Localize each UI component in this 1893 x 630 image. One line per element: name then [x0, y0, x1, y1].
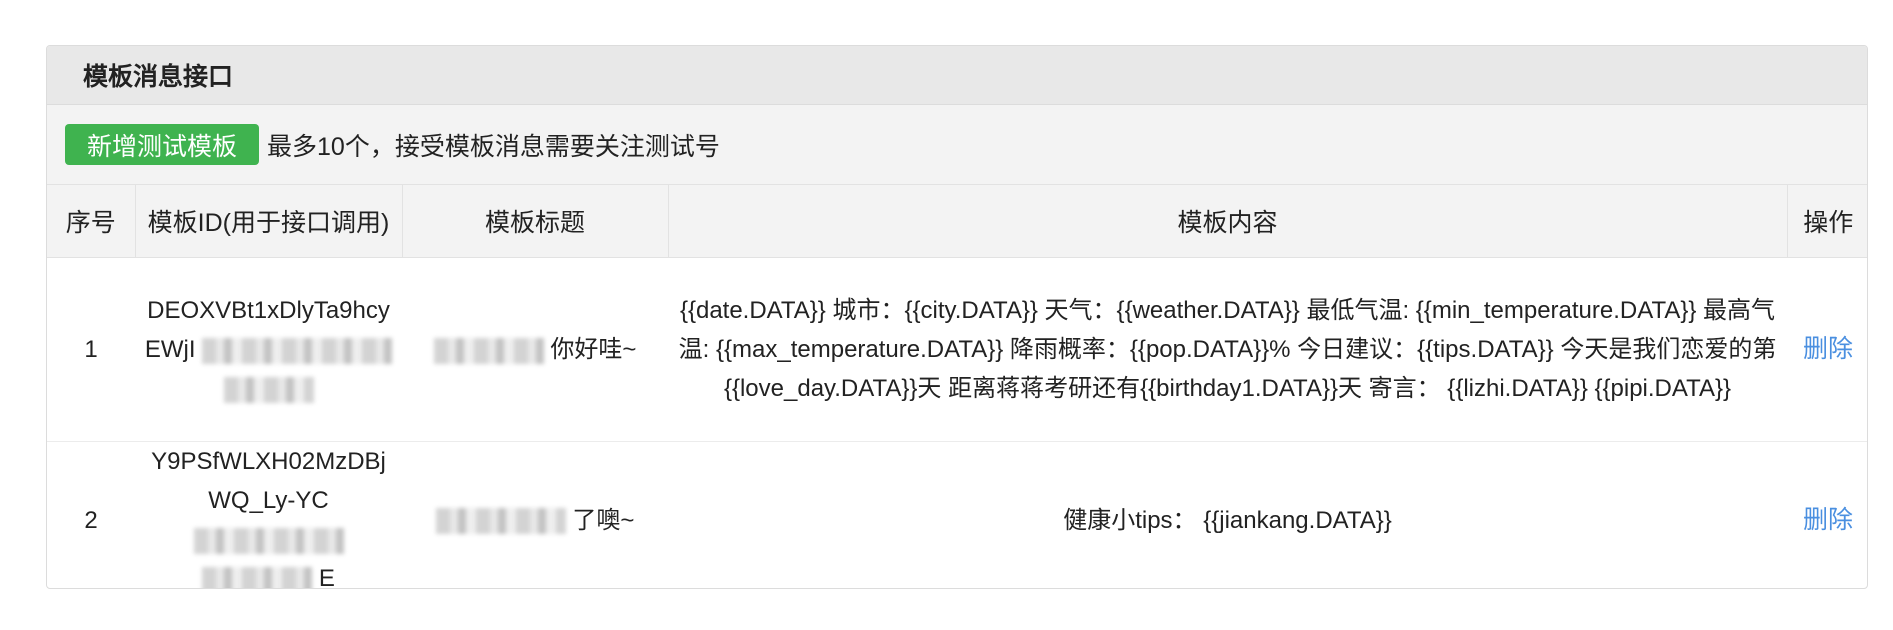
add-test-template-button[interactable]: 新增测试模板 [65, 124, 260, 165]
template-id-visible-part: E [318, 565, 335, 589]
template-id-line: DEOXVBt1xDlyTa9hcy [147, 297, 390, 324]
redacted-id-blur [223, 376, 314, 403]
redacted-title-blur [433, 337, 544, 364]
redacted-title-blur [435, 508, 566, 535]
column-header-template-content: 模板内容 [668, 185, 1788, 258]
column-header-index: 序号 [47, 185, 136, 258]
panel-title: 模板消息接口 [47, 46, 1867, 105]
redacted-id-blur [202, 566, 313, 588]
template-id-cell: DEOXVBt1xDlyTa9hcy EWjI [135, 257, 402, 442]
template-table: 序号 模板ID(用于接口调用) 模板标题 模板内容 操作 1 DEOXVBt1x… [47, 185, 1867, 589]
template-message-panel: 模板消息接口 新增测试模板 最多10个，接受模板消息需要关注测试号 序号 模板I… [46, 45, 1868, 589]
table-header-row: 序号 模板ID(用于接口调用) 模板标题 模板内容 操作 [47, 185, 1867, 258]
action-cell: 删除 [1787, 257, 1867, 442]
table-row: 1 DEOXVBt1xDlyTa9hcy EWjI 你好哇~ {{date.DA… [47, 257, 1867, 442]
column-header-template-id: 模板ID(用于接口调用) [135, 185, 403, 258]
column-header-action: 操作 [1787, 185, 1867, 258]
template-content-cell: {{date.DATA}} 城市：{{city.DATA}} 天气：{{weat… [668, 257, 1787, 442]
table-row: 2 Y9PSfWLXH02MzDBj WQ_Ly-YC E 了噢~ 健康小tip… [47, 442, 1867, 589]
template-id-line: E [141, 559, 396, 589]
toolbar-note: 最多10个，接受模板消息需要关注测试号 [267, 132, 720, 161]
template-id-line [141, 369, 396, 408]
row-index: 2 [84, 506, 98, 534]
template-title-cell: 了噢~ [402, 442, 668, 589]
template-id-line: EWjI [141, 330, 396, 369]
delete-link[interactable]: 删除 [1803, 506, 1853, 534]
template-title-cell: 你好哇~ [402, 257, 668, 442]
template-id-line: Y9PSfWLXH02MzDBj [151, 448, 386, 475]
template-title-visible-part: 了噢~ [572, 506, 635, 534]
template-id-visible-part: WQ_Ly-YC [208, 487, 329, 514]
template-id-cell: Y9PSfWLXH02MzDBj WQ_Ly-YC E [135, 442, 402, 589]
template-id-visible-part: EWjI [144, 336, 196, 363]
redacted-id-blur [202, 337, 393, 364]
template-content-cell: 健康小tips： {{jiankang.DATA}} [1063, 506, 1392, 534]
column-header-template-title: 模板标题 [402, 185, 669, 258]
delete-link[interactable]: 删除 [1803, 335, 1853, 363]
row-index: 1 [47, 257, 135, 442]
template-title-visible-part: 你好哇~ [550, 336, 637, 363]
action-cell: 删除 [1787, 442, 1867, 589]
redacted-id-blur [193, 527, 344, 554]
template-id-line: WQ_Ly-YC [141, 481, 396, 559]
toolbar: 新增测试模板 最多10个，接受模板消息需要关注测试号 [47, 105, 1867, 185]
